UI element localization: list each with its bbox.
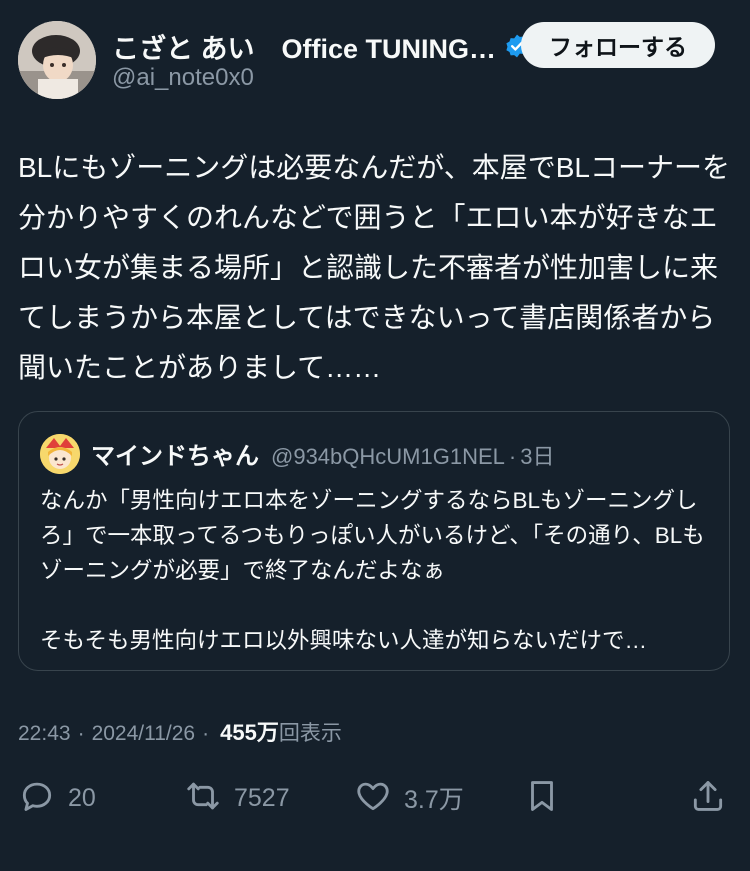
tweet-time[interactable]: 22:43 <box>18 722 71 746</box>
reply-button[interactable]: 20 <box>18 778 96 818</box>
quoted-tweet-time[interactable]: 3日 <box>520 439 554 471</box>
share-button[interactable] <box>689 778 727 818</box>
quoted-tweet-header: マインドちゃん @934bQHcUM1G1NEL · 3日 <box>91 436 554 472</box>
follow-button[interactable]: フォローする <box>521 22 715 68</box>
author-display-name[interactable]: こざと あい Office TUNING… <box>112 27 496 66</box>
quoted-separator: · <box>508 444 517 469</box>
author-name-row: こざと あい Office TUNING… <box>112 28 530 64</box>
tweet-header: こざと あい Office TUNING… @ai_note0x0 フォローする <box>0 0 750 110</box>
quoted-author-avatar[interactable] <box>40 434 80 474</box>
retweet-count: 7527 <box>234 783 290 812</box>
quoted-author-name[interactable]: マインドちゃん <box>91 436 259 471</box>
quoted-tweet-text: なんか「男性向けエロ本をゾーニングするならBLもゾーニングしろ」で一本取ってるつ… <box>40 488 705 653</box>
reply-count: 20 <box>68 783 96 812</box>
share-icon <box>689 777 727 820</box>
author-avatar[interactable] <box>18 21 96 99</box>
tweet-meta: 22:43 · 2024/11/26 · 455万 回表示 <box>18 715 342 747</box>
tweet-text: BLにもゾーニングは必要なんだが、本屋でBLコーナーを分かりやすくのれんなどで囲… <box>18 152 730 383</box>
author-handle[interactable]: @ai_note0x0 <box>112 64 254 92</box>
bookmark-icon <box>523 777 561 820</box>
retweet-button[interactable]: 7527 <box>184 778 290 818</box>
views-label: 回表示 <box>278 722 342 745</box>
quoted-author-handle[interactable]: @934bQHcUM1G1NEL <box>271 444 505 470</box>
tweet-date[interactable]: 2024/11/26 <box>92 722 196 746</box>
retweet-icon <box>184 777 222 820</box>
meta-separator: · <box>202 722 210 745</box>
views-count: 455万 <box>220 720 279 745</box>
like-button[interactable]: 3.7万 <box>354 778 464 818</box>
meta-separator: · <box>77 722 85 745</box>
reply-icon <box>18 777 56 820</box>
like-count: 3.7万 <box>404 786 464 814</box>
quoted-tweet[interactable]: マインドちゃん @934bQHcUM1G1NEL · 3日 なんか「男性向けエロ… <box>18 411 730 671</box>
tweet-actions: 20 7527 3.7万 <box>0 770 750 830</box>
heart-icon <box>354 777 392 820</box>
bookmark-button[interactable] <box>523 778 561 818</box>
